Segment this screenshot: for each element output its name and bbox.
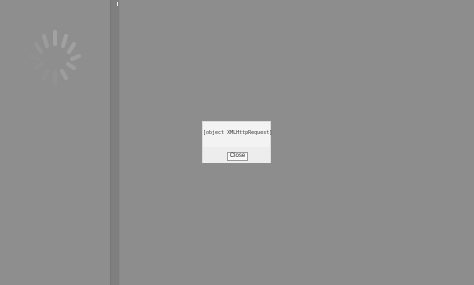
panel-resize-handle[interactable]	[110, 0, 120, 285]
loading-spinner-icon	[29, 30, 81, 85]
main-content-overlay	[120, 0, 474, 285]
dialog-message: [object XMLHttpRequest]	[203, 130, 273, 136]
left-panel	[0, 0, 110, 285]
close-button[interactable]: Close	[227, 152, 248, 161]
scroll-indicator	[117, 2, 118, 6]
dialog-footer: Close	[203, 147, 270, 163]
error-dialog: [object XMLHttpRequest] Close	[202, 121, 273, 163]
